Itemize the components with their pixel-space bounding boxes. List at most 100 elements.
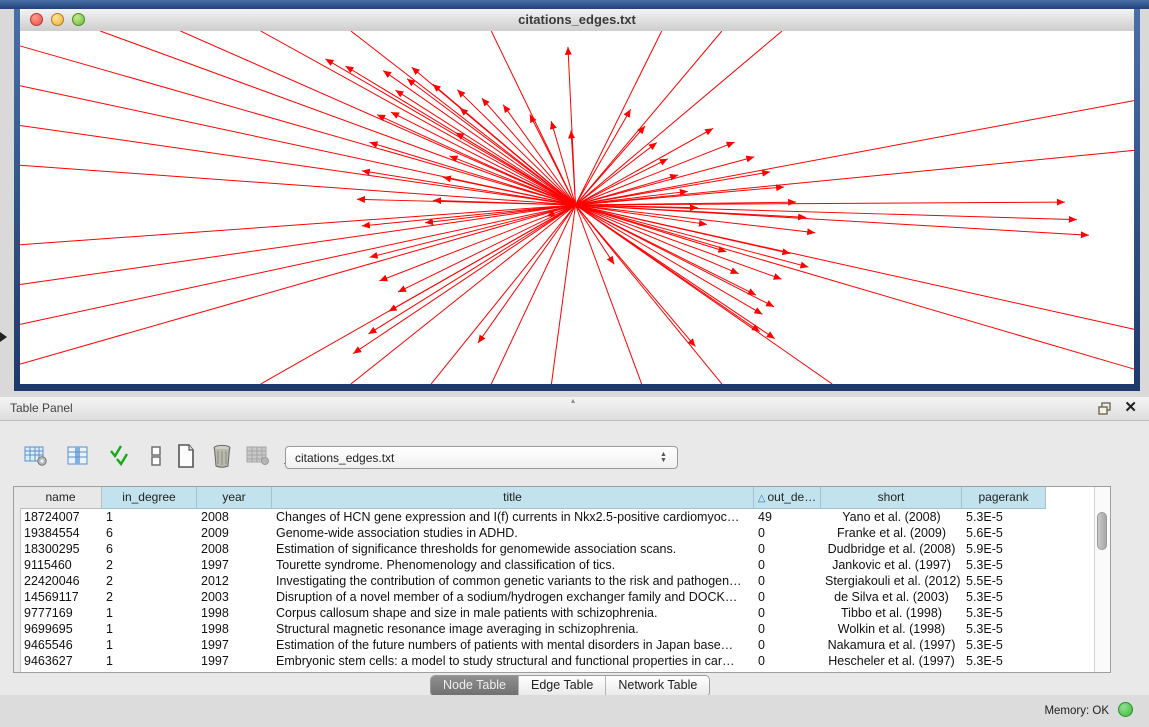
table-selector-dropdown[interactable]: citations_edges.txt ▲▼ [285,446,678,469]
table-cell: Investigating the contribution of common… [272,573,754,589]
table-row[interactable]: 977716911998Corpus callosum shape and si… [20,605,1094,621]
scrollbar-thumb[interactable] [1097,512,1107,550]
tab-edge-table[interactable]: Edge Table [519,676,606,696]
network-graph[interactable] [20,31,1134,384]
citation-edge-red [20,46,575,205]
table-cell: 5.3E-5 [962,637,1046,653]
memory-status-indicator [1118,702,1133,717]
table-cell: 5.3E-5 [962,653,1046,669]
select-all-icon[interactable] [106,442,134,470]
citation-edge-red [575,157,754,205]
table-selector-value: citations_edges.txt [295,451,394,465]
table-cell: Wolkin et al. (1998) [821,621,962,637]
splitter-handle[interactable]: ▴ [571,398,579,403]
table-row[interactable]: 1872400712008Changes of HCN gene express… [20,509,1094,525]
table-cell: 2009 [197,525,272,541]
table-cell: Nakamura et al. (1997) [821,637,962,653]
table-cell: 0 [754,573,821,589]
delete-table-icon[interactable] [208,442,236,470]
citation-edge-red [575,142,656,205]
citation-edge-red [20,205,575,324]
citation-edge-red [20,205,575,245]
table-cell: 9463627 [20,653,102,669]
network-canvas[interactable] [20,31,1134,384]
citation-edge-red [20,165,575,205]
table-cell: 9699695 [20,621,102,637]
table-vertical-scrollbar[interactable] [1094,487,1110,672]
table-row[interactable]: 1456911722003Disruption of a novel membe… [20,589,1094,605]
column-header-short[interactable]: short [821,487,962,509]
table-cell: Tibbo et al. (1998) [821,605,962,621]
citation-edge-red [368,205,575,334]
tab-network-table[interactable]: Network Table [606,676,709,696]
node-table: namein_degreeyeartitle△out_de…shortpager… [13,486,1111,673]
table-cell: Jankovic et al. (1997) [821,557,962,573]
table-tabbar: Node Table Edge Table Network Table [430,675,710,697]
citation-edge-red [20,205,575,285]
table-row[interactable]: 911546021997Tourette syndrome. Phenomeno… [20,557,1094,573]
table-cell: 1 [102,621,197,637]
citation-edge-red [575,205,774,307]
cytoscape-app: citations_edges.txt ▴ Table Panel ✕ f(x) [0,0,1149,727]
citation-edge-red [395,90,575,205]
table-cell: Estimation of the future numbers of pati… [272,637,754,653]
memory-status-label: Memory: OK [1044,705,1109,717]
table-options-icon[interactable] [22,442,50,470]
column-header-outde[interactable]: △out_de… [754,487,821,509]
table-cell: 5.5E-5 [962,573,1046,589]
table-panel-header: ▴ Table Panel ✕ [0,397,1149,421]
table-row[interactable]: 1830029562008Estimation of significance … [20,541,1094,557]
clear-selection-icon[interactable] [142,442,170,470]
citation-edge-red [575,205,641,384]
citation-edge-red [575,205,1088,235]
destroy-table-icon[interactable] [244,442,272,470]
float-panel-icon[interactable] [1098,402,1112,415]
table-row[interactable]: 946362711997Embryonic stem cells: a mode… [20,653,1094,669]
network-window-titlebar[interactable]: citations_edges.txt [20,9,1134,32]
citation-edge-red [325,59,575,205]
table-cell: 49 [754,509,821,525]
column-header-name[interactable]: name [20,487,102,509]
close-panel-icon[interactable]: ✕ [1124,400,1137,416]
column-header-pagerank[interactable]: pagerank [962,487,1046,509]
table-row[interactable]: 1938455462009Genome-wide association stu… [20,525,1094,541]
table-cell: Embryonic stem cells: a model to study s… [272,653,754,669]
table-cell: 2 [102,573,197,589]
table-cell: 14569117 [20,589,102,605]
citation-edge-red [180,31,575,205]
table-cell: 2008 [197,509,272,525]
tab-node-table[interactable]: Node Table [431,676,519,696]
column-header-indegree[interactable]: in_degree [102,487,197,509]
table-row[interactable]: 2242004622012Investigating the contribut… [20,573,1094,589]
table-cell: Franke et al. (2009) [821,525,962,541]
table-cell: 2008 [197,541,272,557]
column-header-title[interactable]: title [272,487,754,509]
new-table-icon[interactable] [172,442,200,470]
table-cell: 6 [102,525,197,541]
table-cell: 1997 [197,653,272,669]
table-cell: 0 [754,525,821,541]
citation-edge-red [482,98,576,205]
network-window: citations_edges.txt [14,9,1140,391]
table-cell: 9465546 [20,637,102,653]
table-cell: 1 [102,637,197,653]
table-cell: 5.3E-5 [962,509,1046,525]
table-cell: 5.3E-5 [962,605,1046,621]
table-cell: 5.3E-5 [962,589,1046,605]
citation-edge-red [575,31,782,205]
citation-edge-red [391,112,576,205]
citation-edge-red [261,31,576,205]
table-cell: 1997 [197,637,272,653]
table-cell: 0 [754,557,821,573]
panel-collapse-arrow-icon[interactable] [0,332,7,342]
table-row[interactable]: 946554611997Estimation of the future num… [20,637,1094,653]
table-row[interactable]: 969969511998Structural magnetic resonanc… [20,621,1094,637]
table-cell: 2 [102,557,197,573]
table-panel-title: Table Panel [10,401,73,415]
table-cell: 0 [754,605,821,621]
table-cell: 1 [102,605,197,621]
dropdown-stepper-icon: ▲▼ [658,449,669,467]
column-header-year[interactable]: year [197,487,272,509]
table-cell: 18724007 [20,509,102,525]
show-columns-icon[interactable] [64,442,92,470]
